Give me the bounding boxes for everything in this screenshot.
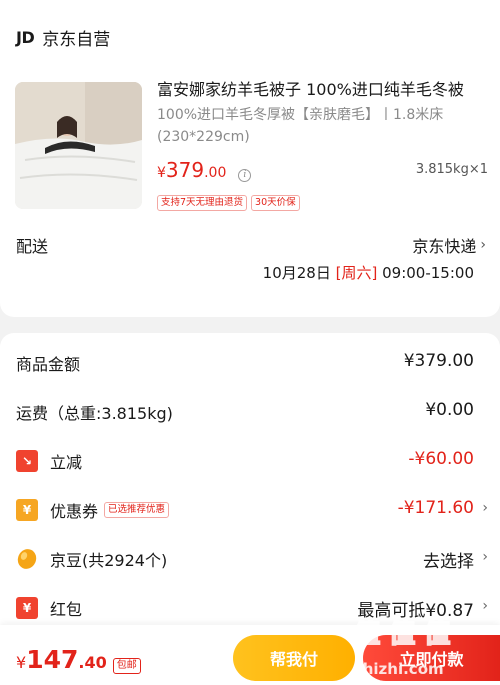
hongbao-label: 红包 [50, 600, 83, 619]
delivery-time[interactable]: 10月28日 [周六] 09:00-15:00 [263, 262, 474, 283]
hongbao-value: 最高可抵¥0.87 [357, 601, 474, 621]
shipping-method: 京东快递 [412, 237, 477, 256]
total-currency: ¥ [16, 653, 27, 672]
instant-discount-label: 立减 [50, 453, 83, 472]
jingdou-label: 京豆(共2924个) [50, 551, 168, 570]
discount-icon: ↘ [16, 450, 38, 472]
service-tag: 支持7天无理由退货 [157, 195, 248, 211]
freight-label: 运费（总重:3.815kg) [16, 404, 173, 423]
delivery-weekday: [周六] [335, 264, 378, 282]
price-integer: 379 [165, 158, 205, 182]
jingdou-value: 去选择 [423, 552, 474, 572]
coupon-icon: ¥ [16, 499, 38, 521]
price-currency: ¥ [157, 165, 166, 181]
coupon-row[interactable]: ¥ 优惠券 已选推荐优惠 -¥171.60 › [0, 494, 500, 524]
price-decimal: .00 [204, 165, 227, 181]
shipping-method-selector[interactable]: 京东快递 › [412, 233, 486, 257]
freight-row: 运费（总重:3.815kg) ¥0.00 [0, 396, 500, 426]
total-integer: 147 [26, 645, 79, 674]
jingdou-bean-icon [16, 548, 38, 570]
hongbao-row[interactable]: ¥ 红包 最高可抵¥0.87 › [0, 592, 500, 622]
shop-name: 京东自营 [42, 29, 111, 50]
chevron-right-icon: › [482, 598, 488, 614]
weight-quantity: 3.815kg×1 [415, 162, 488, 177]
jingdou-row[interactable]: 京豆(共2924个) 去选择 › [0, 543, 500, 573]
jd-logo: JD [16, 27, 35, 47]
goods-amount-value: ¥379.00 [403, 351, 474, 371]
product-image [15, 82, 142, 209]
product-title[interactable]: 富安娜家纺羊毛被子 100%进口纯羊毛冬被 [157, 76, 487, 100]
goods-amount-label: 商品金额 [16, 355, 81, 374]
product-price: ¥ 379 .00 i [157, 158, 252, 184]
product-spec: 100%进口羊毛冬厚被【亲肤磨毛】丨1.8米床(230*229cm) [157, 107, 444, 145]
chevron-right-icon: › [482, 500, 488, 516]
pay-now-button[interactable]: 立即付款 [363, 635, 500, 681]
total-price: ¥ 147 .40 包邮 [16, 645, 141, 674]
goods-amount-row: 商品金额 ¥379.00 [0, 347, 500, 377]
red-packet-icon: ¥ [16, 597, 38, 619]
product-thumbnail[interactable] [15, 82, 142, 209]
service-tags: 支持7天无理由退货 30天价保 [157, 195, 300, 211]
free-shipping-badge: 包邮 [112, 658, 141, 674]
shop-header[interactable]: JD 京东自营 [16, 26, 111, 50]
service-tag: 30天价保 [251, 195, 300, 211]
total-decimal: .40 [78, 653, 107, 672]
shipping-label: 配送 [16, 237, 49, 256]
freight-value: ¥0.00 [425, 400, 474, 420]
instant-discount-value: -¥60.00 [408, 449, 474, 469]
coupon-label: 优惠券 [50, 502, 99, 521]
delivery-date: 10月28日 [262, 264, 331, 282]
checkout-bar: ¥ 147 .40 包邮 帮我付 立即付款 [0, 625, 500, 685]
info-icon[interactable]: i [238, 169, 252, 182]
order-item-card: JD 京东自营 富安娜家纺羊毛被子 100%进口纯羊毛冬被 100%进口羊毛冬厚… [0, 0, 500, 317]
coupon-value: -¥171.60 [397, 498, 474, 518]
instant-discount-row: ↘ 立减 -¥60.00 [0, 445, 500, 475]
chevron-right-icon: › [482, 549, 488, 565]
help-pay-button[interactable]: 帮我付 [233, 635, 355, 681]
chevron-right-icon: › [480, 237, 486, 253]
delivery-window: 09:00-15:00 [382, 264, 474, 282]
coupon-badge: 已选推荐优惠 [104, 502, 170, 518]
